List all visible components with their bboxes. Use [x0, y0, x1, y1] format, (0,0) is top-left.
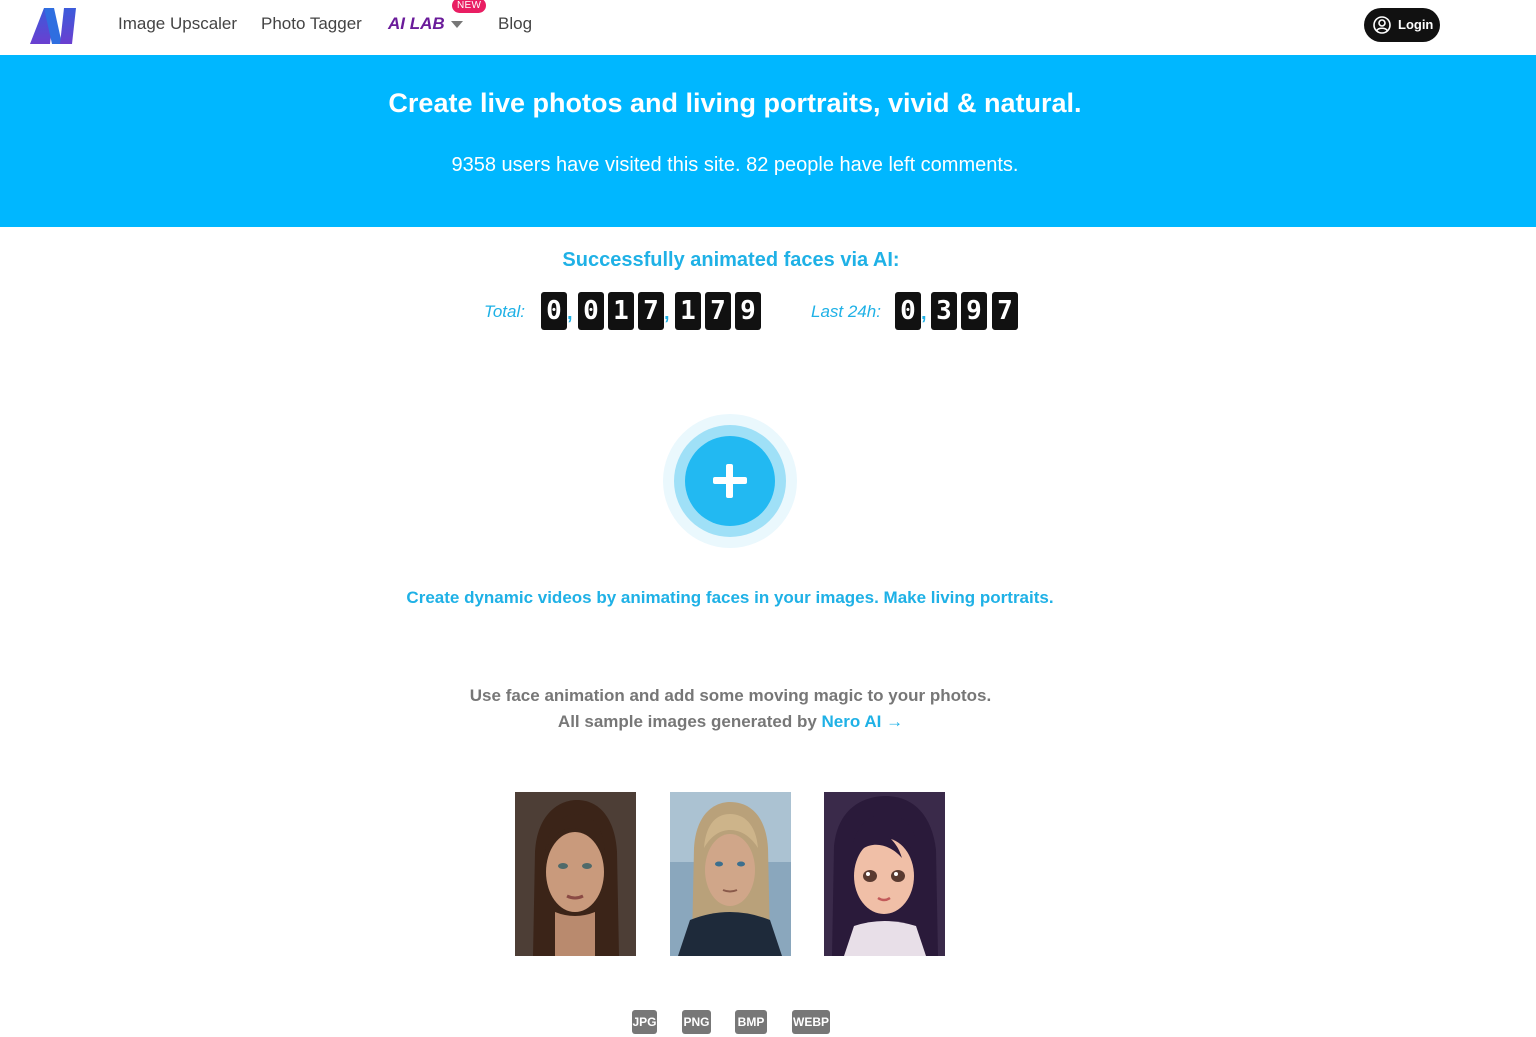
description-prefix: All sample images generated by	[557, 712, 822, 731]
format-badge-bmp: BMP	[735, 1010, 767, 1034]
digit-separator: ,	[664, 302, 670, 324]
digit-separator: ,	[921, 302, 927, 324]
format-badge-jpg: JPG	[632, 1010, 657, 1034]
new-badge: NEW	[452, 0, 487, 13]
description-line-1: Use face animation and add some moving m…	[469, 686, 992, 705]
nero-ai-link[interactable]: Nero AI →	[822, 712, 904, 731]
total-digit: 1	[675, 292, 701, 330]
last-24h-digit: 9	[961, 292, 987, 330]
total-digit: 1	[608, 292, 634, 330]
total-digit: 7	[638, 292, 664, 330]
nav-blog[interactable]: Blog	[498, 14, 532, 34]
upload-image-button[interactable]	[685, 436, 775, 526]
nav-image-upscaler[interactable]: Image Upscaler	[118, 14, 237, 34]
description-line-2: All sample images generated by Nero AI →	[0, 712, 1461, 732]
last-24h-label: Last 24h:	[811, 302, 881, 321]
format-badge-webp: WEBP	[792, 1010, 830, 1034]
total-digit: 9	[735, 292, 761, 330]
total-label: Total:	[484, 302, 525, 321]
hero-visitor-stats: 9358 users have visited this site. 82 pe…	[451, 154, 1019, 176]
nav-photo-tagger[interactable]: Photo Tagger	[261, 14, 362, 34]
digit-separator: ,	[567, 302, 573, 324]
total-digit: 0	[578, 292, 604, 330]
sample-image-woman[interactable]	[515, 792, 636, 956]
top-navigation: Image Upscaler Photo Tagger AI LAB NEW B…	[0, 0, 1536, 55]
user-icon	[1373, 16, 1391, 34]
last-24h-digit: 0	[895, 292, 921, 330]
stats-title: Successfully animated faces via AI:	[562, 249, 900, 271]
login-label: Login	[1398, 17, 1434, 32]
nav-ai-lab[interactable]: AI LAB	[388, 14, 445, 34]
total-digit: 7	[705, 292, 731, 330]
last-24h-digit: 3	[931, 292, 957, 330]
last-24h-digit: 7	[992, 292, 1018, 330]
total-digit: 0	[541, 292, 567, 330]
sample-image-anime-girl[interactable]	[824, 792, 945, 956]
hero-title: Create live photos and living portraits,…	[388, 88, 1082, 118]
upload-cta-text: Create dynamic videos by animating faces…	[406, 588, 1054, 607]
chevron-down-icon[interactable]	[451, 21, 463, 28]
format-badge-png: PNG	[682, 1010, 711, 1034]
hero-banner: Create live photos and living portraits,…	[0, 55, 1536, 227]
sample-image-man[interactable]	[670, 792, 791, 956]
login-button[interactable]: Login	[1364, 8, 1440, 42]
ai-logo[interactable]	[30, 8, 86, 44]
